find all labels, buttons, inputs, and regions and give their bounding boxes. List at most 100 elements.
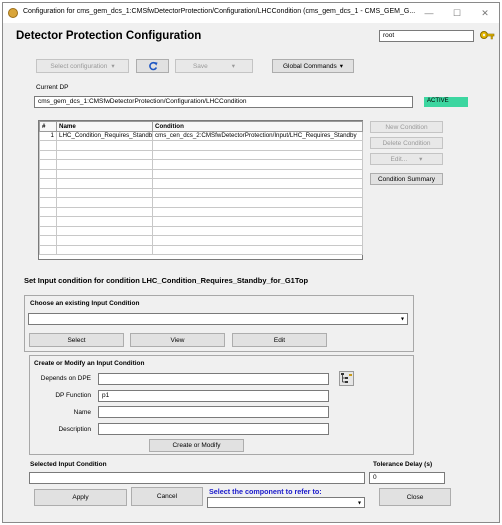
table-row-empty — [39, 187, 363, 198]
configuration-window: Configuration for cms_gem_dcs_1:CMSfwDet… — [2, 2, 500, 523]
view-button[interactable]: View — [130, 333, 225, 347]
table-header-row: # Name Condition — [39, 121, 363, 132]
dp-function-field[interactable]: p1 — [98, 390, 329, 402]
table-row-empty — [39, 216, 363, 227]
global-commands-button[interactable]: Global Commands ▾ — [272, 59, 354, 73]
input-section-title: Set Input condition for condition LHC_Co… — [24, 276, 309, 285]
depends-on-dpe-field[interactable] — [98, 373, 329, 385]
user-field[interactable]: root — [379, 30, 474, 42]
empty-cell — [56, 206, 153, 217]
empty-cell — [56, 225, 153, 236]
chevron-down-icon: ▾ — [111, 63, 115, 70]
empty-cell — [152, 197, 363, 208]
chevron-down-icon: ▾ — [400, 316, 404, 323]
name-field[interactable] — [98, 406, 329, 418]
empty-cell — [39, 235, 57, 246]
table-row-empty — [39, 149, 363, 160]
create-or-modify-button[interactable]: Create or Modify — [149, 439, 244, 452]
edit-condition-button[interactable]: Edit... ▾ — [370, 153, 443, 165]
chevron-down-icon: ▾ — [339, 63, 344, 70]
current-dp-label: Current DP — [36, 84, 69, 91]
select-configuration-label: Select configuration — [50, 62, 108, 70]
column-header-condition: Condition — [152, 121, 363, 132]
empty-cell — [39, 178, 57, 189]
empty-cell — [39, 149, 57, 160]
refresh-button[interactable] — [136, 59, 169, 73]
empty-cell — [56, 235, 153, 246]
row-index: 1 — [39, 130, 57, 141]
empty-cell — [152, 216, 363, 227]
select-button[interactable]: Select — [29, 333, 124, 347]
tolerance-delay-label: Tolerance Delay (s) — [373, 461, 433, 468]
new-condition-button[interactable]: New Condition — [370, 121, 443, 133]
condition-summary-button[interactable]: Condition Summary — [370, 173, 443, 185]
close-button[interactable]: Close — [379, 488, 451, 506]
chevron-down-icon: ▾ — [231, 63, 236, 70]
cancel-button[interactable]: Cancel — [131, 487, 203, 506]
table-row-empty — [39, 197, 363, 208]
input-condition-select[interactable]: ▾ — [28, 313, 408, 325]
dp-tree-icon — [341, 373, 352, 383]
empty-cell — [152, 159, 363, 170]
selected-input-field[interactable] — [29, 472, 365, 484]
empty-cell — [152, 206, 363, 217]
minimize-icon[interactable]: — — [423, 7, 435, 19]
apply-button[interactable]: Apply — [34, 489, 127, 506]
component-select[interactable]: ▾ — [207, 497, 365, 508]
global-commands-label: Global Commands — [282, 62, 337, 70]
current-dp-field[interactable]: cms_gem_dcs_1:CMSfwDetectorProtection/Co… — [34, 96, 413, 108]
depends-on-dpe-label: Depends on DPE — [40, 375, 91, 382]
empty-cell — [39, 140, 57, 151]
maximize-icon[interactable]: ☐ — [451, 7, 463, 19]
save-button[interactable]: Save ▾ — [175, 59, 253, 73]
empty-cell — [39, 168, 57, 179]
table-row-empty — [39, 206, 363, 217]
conditions-table: # Name Condition 1 LHC_Condition_Require… — [39, 121, 363, 255]
empty-cell — [56, 187, 153, 198]
app-icon — [8, 8, 18, 18]
empty-cell — [39, 159, 57, 170]
component-select-label: Select the component to refer to: — [209, 487, 322, 496]
refresh-icon — [148, 61, 158, 71]
empty-cell — [56, 244, 153, 255]
table-row-empty — [39, 235, 363, 246]
window-title: Configuration for cms_gem_dcs_1:CMSfwDet… — [23, 8, 416, 15]
empty-cell — [39, 216, 57, 227]
empty-cell — [152, 225, 363, 236]
empty-cell — [152, 140, 363, 151]
empty-cell — [56, 197, 153, 208]
empty-cell — [56, 168, 153, 179]
row-condition: cms_cen_dcs_2:CMSfwDetectorProtection/In… — [152, 130, 363, 141]
chevron-down-icon: ▾ — [419, 156, 423, 163]
description-field[interactable] — [98, 423, 329, 435]
table-row-empty — [39, 168, 363, 179]
table-row-empty — [39, 159, 363, 170]
empty-cell — [56, 216, 153, 227]
empty-cell — [152, 178, 363, 189]
empty-cell — [39, 225, 57, 236]
empty-cell — [152, 235, 363, 246]
table-row[interactable]: 1 LHC_Condition_Requires_Standby cms_cen… — [39, 130, 363, 141]
create-input-title: Create or Modify an Input Condition — [34, 360, 145, 367]
close-window-icon[interactable]: ✕ — [479, 7, 491, 19]
select-configuration-button[interactable]: Select configuration ▾ — [36, 59, 129, 73]
key-icon[interactable] — [479, 29, 495, 43]
description-label: Description — [58, 426, 91, 433]
edit-input-button[interactable]: Edit — [232, 333, 327, 347]
row-name: LHC_Condition_Requires_Standby — [56, 130, 153, 141]
table-row-empty — [39, 244, 363, 255]
selected-input-label: Selected Input Condition — [30, 461, 107, 468]
empty-cell — [39, 187, 57, 198]
table-row-empty — [39, 178, 363, 189]
empty-cell — [39, 197, 57, 208]
empty-cell — [152, 187, 363, 198]
empty-cell — [39, 244, 57, 255]
column-header-name: Name — [56, 121, 153, 132]
dp-selector-button[interactable] — [339, 371, 354, 386]
edit-condition-label: Edit... — [390, 155, 408, 163]
empty-cell — [39, 206, 57, 217]
delete-condition-button[interactable]: Delete Condition — [370, 137, 443, 149]
page-title: Detector Protection Configuration — [16, 30, 202, 42]
empty-cell — [56, 149, 153, 160]
tolerance-delay-field[interactable]: 0 — [369, 472, 445, 484]
